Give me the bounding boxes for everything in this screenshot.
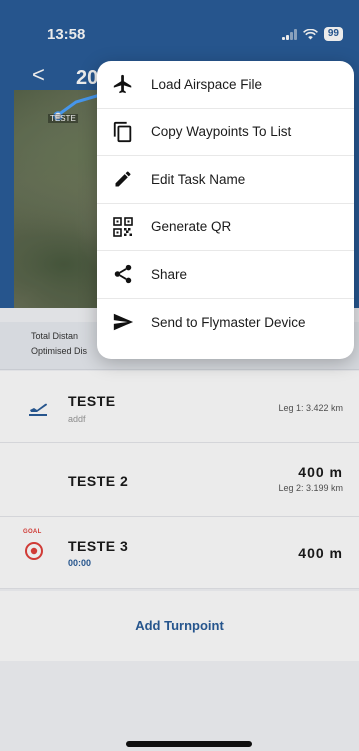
menu-item-label: Copy Waypoints To List bbox=[151, 124, 292, 140]
share-icon bbox=[112, 263, 134, 285]
menu-item-load-airspace[interactable]: Load Airspace File bbox=[97, 61, 354, 109]
menu-item-label: Share bbox=[151, 266, 188, 282]
menu-item-share[interactable]: Share bbox=[97, 251, 354, 299]
airplane-icon bbox=[112, 73, 134, 95]
menu-item-label: Send to Flymaster Device bbox=[151, 314, 306, 330]
qr-icon bbox=[112, 216, 134, 238]
menu-item-label: Edit Task Name bbox=[151, 171, 246, 187]
menu-item-edit-task-name[interactable]: Edit Task Name bbox=[97, 156, 354, 204]
menu-item-send-flymaster[interactable]: Send to Flymaster Device bbox=[97, 299, 354, 347]
pencil-icon bbox=[112, 168, 134, 190]
menu-item-label: Generate QR bbox=[151, 219, 232, 235]
send-icon bbox=[112, 311, 134, 333]
menu-item-generate-qr[interactable]: Generate QR bbox=[97, 204, 354, 251]
options-menu: Load Airspace File Copy Waypoints To Lis… bbox=[97, 61, 354, 359]
copy-icon bbox=[112, 121, 134, 143]
menu-item-label: Load Airspace File bbox=[151, 76, 263, 92]
menu-item-copy-waypoints[interactable]: Copy Waypoints To List bbox=[97, 109, 354, 156]
